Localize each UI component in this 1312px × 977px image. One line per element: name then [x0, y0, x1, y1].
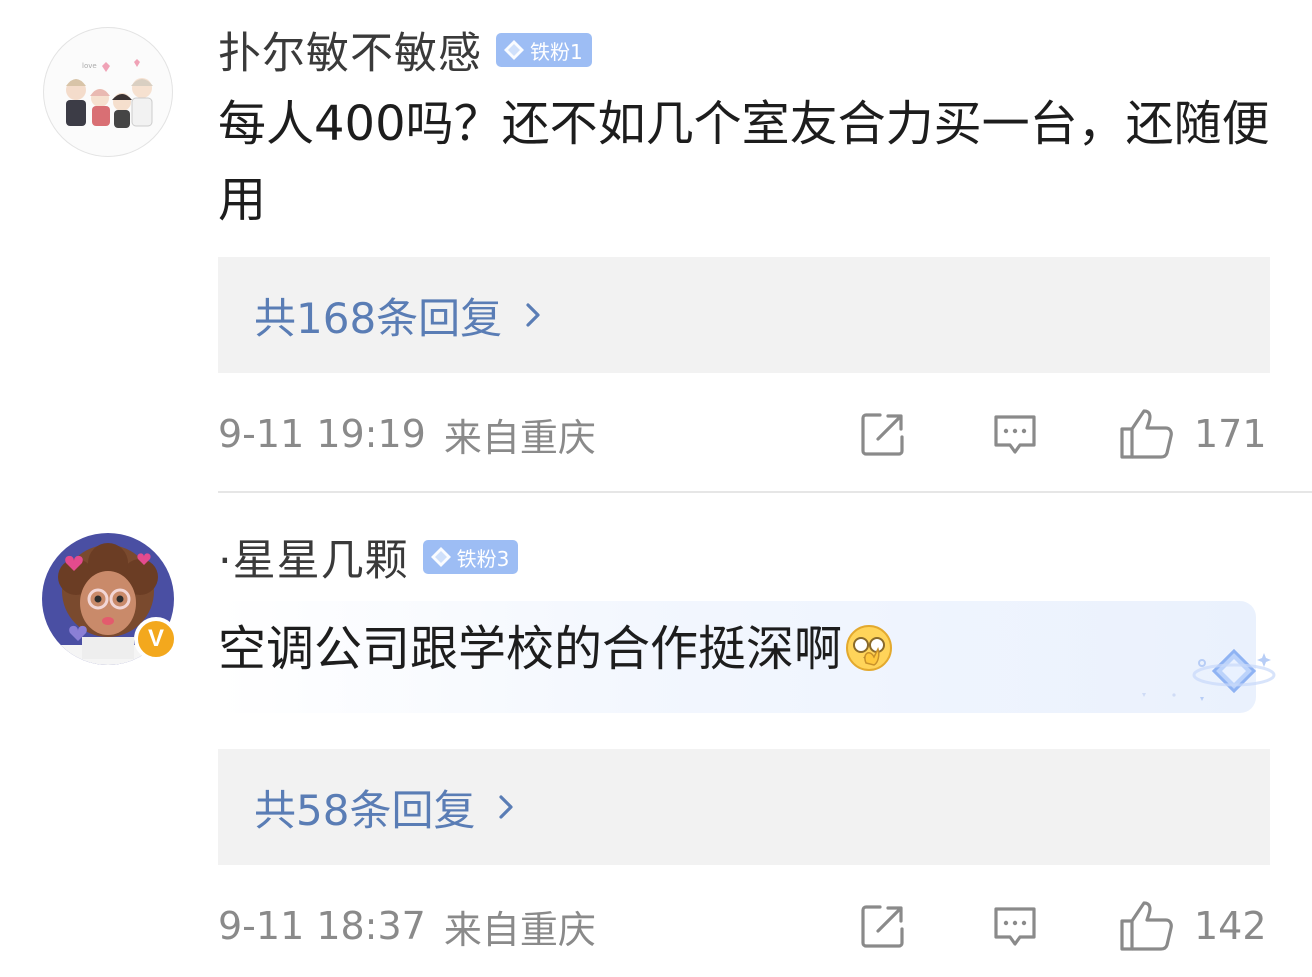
fan-badge[interactable]: 铁粉1 — [496, 33, 592, 67]
share-icon — [861, 413, 904, 456]
facepalm-emoji-icon — [846, 625, 893, 671]
comment-text: 空调公司跟学校的合作挺深啊 — [218, 611, 1278, 687]
like-button[interactable]: 171 — [1118, 406, 1267, 462]
comment-button[interactable] — [990, 898, 1040, 954]
svg-text:love: love — [82, 62, 97, 70]
like-button[interactable]: 142 — [1118, 898, 1267, 954]
comment-meta: 9-11 18:37 来自重庆 142 — [218, 896, 1278, 956]
share-button[interactable] — [858, 898, 908, 954]
thumbs-up-icon — [1120, 901, 1173, 951]
reply-count-label: 共168条回复 — [254, 293, 503, 343]
diamond-icon — [430, 547, 451, 567]
chevron-right-icon — [499, 795, 514, 819]
comment-item: love 扑尔敏不敏感 铁粉1 每人400吗？还不如几个室友合力买一台，还随便用… — [0, 0, 1312, 492]
comment-icon — [994, 415, 1036, 454]
timestamp: 9-11 19:19 — [218, 412, 426, 456]
location: 来自重庆 — [443, 907, 596, 952]
comment-button[interactable] — [990, 406, 1040, 462]
comment-icon — [994, 907, 1036, 946]
comment-text: 每人400吗？还不如几个室友合力买一台，还随便用 — [218, 96, 1270, 228]
fan-badge-label: 铁粉1 — [530, 39, 583, 64]
thumbs-up-icon — [1120, 409, 1173, 459]
avatar[interactable]: love — [42, 26, 174, 158]
user-info: 扑尔敏不敏感 铁粉1 — [218, 19, 592, 81]
comment-text-body: 空调公司跟学校的合作挺深啊 — [218, 621, 843, 677]
verified-badge: V — [134, 617, 178, 661]
like-count: 142 — [1194, 904, 1267, 948]
comment-item: V ·星星几颗 铁粉3 空调公司跟学校的合作挺深啊 共58条回复 9-11 18… — [0, 493, 1312, 977]
chevron-right-icon — [526, 303, 540, 327]
fan-badge[interactable]: 铁粉3 — [422, 540, 519, 574]
reply-count-label: 共58条回复 — [254, 785, 476, 835]
like-count: 171 — [1194, 412, 1267, 456]
view-replies-button[interactable]: 共58条回复 — [218, 749, 1270, 865]
comment-meta: 9-11 19:19 来自重庆 171 — [218, 404, 1278, 464]
avatar[interactable]: V — [42, 533, 178, 665]
location: 来自重庆 — [443, 415, 596, 460]
view-replies-button[interactable]: 共168条回复 — [218, 257, 1270, 373]
username[interactable]: ·星星几颗 — [218, 526, 409, 588]
user-info: ·星星几颗 铁粉3 — [218, 526, 519, 588]
diamond-icon — [504, 40, 524, 60]
share-button[interactable] — [858, 406, 908, 462]
share-icon — [861, 905, 904, 948]
fan-badge-label: 铁粉3 — [456, 546, 510, 571]
timestamp: 9-11 18:37 — [218, 904, 426, 948]
username[interactable]: 扑尔敏不敏感 — [218, 19, 482, 81]
